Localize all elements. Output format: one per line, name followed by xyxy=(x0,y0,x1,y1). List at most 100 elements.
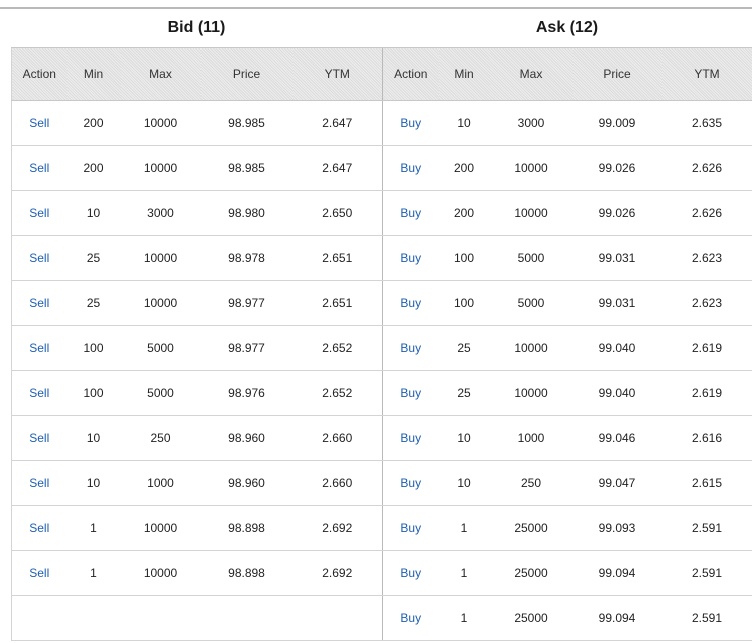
bid-action-cell: Sell xyxy=(11,235,67,281)
bid-ytm-cell: 2.651 xyxy=(292,235,383,281)
bid-table-row: Sell 10 250 98.960 2.660 xyxy=(11,415,383,461)
buy-link[interactable]: Buy xyxy=(400,116,421,130)
bid-header-row: Action Min Max Price YTM xyxy=(11,47,383,101)
bid-ytm-cell: 2.692 xyxy=(292,505,383,551)
ask-min-cell: 1 xyxy=(438,550,490,596)
bid-min-cell: 200 xyxy=(66,145,121,191)
ask-ytm-cell: 2.616 xyxy=(661,415,752,461)
ask-price-cell: 99.031 xyxy=(572,235,662,281)
ask-table-row: Buy 100 5000 99.031 2.623 xyxy=(382,235,752,281)
bid-min-cell: 100 xyxy=(66,325,121,371)
bid-panel: Bid (11) Action Min Max Price YTM Sell 20… xyxy=(11,9,383,641)
ask-table-row: Buy 1 25000 99.094 2.591 xyxy=(382,595,752,641)
sell-link[interactable]: Sell xyxy=(29,206,49,220)
ask-price-cell: 99.040 xyxy=(572,370,662,416)
ask-max-cell: 10000 xyxy=(489,325,573,371)
bid-price-cell: 98.960 xyxy=(200,415,293,461)
sell-link[interactable]: Sell xyxy=(29,521,49,535)
ask-table-row: Buy 10 1000 99.046 2.616 xyxy=(382,415,752,461)
bid-max-cell: 10000 xyxy=(120,235,201,281)
bid-ytm-cell: 2.692 xyxy=(292,550,383,596)
bid-price-cell: 98.980 xyxy=(200,190,293,236)
bid-ytm-cell: 2.647 xyxy=(292,145,383,191)
buy-link[interactable]: Buy xyxy=(400,251,421,265)
bid-table-row: Sell 100 5000 98.977 2.652 xyxy=(11,325,383,371)
ask-col-price: Price xyxy=(572,47,662,101)
sell-link[interactable]: Sell xyxy=(29,341,49,355)
buy-link[interactable]: Buy xyxy=(400,566,421,580)
buy-link[interactable]: Buy xyxy=(400,611,421,625)
sell-link[interactable]: Sell xyxy=(29,296,49,310)
bid-action-cell: Sell xyxy=(11,280,67,326)
bid-empty-cell xyxy=(120,595,201,641)
ask-price-cell: 99.009 xyxy=(572,100,662,146)
ask-max-cell: 25000 xyxy=(489,550,573,596)
bid-max-cell: 10000 xyxy=(120,550,201,596)
ask-min-cell: 1 xyxy=(438,595,490,641)
bid-table-row: Sell 200 10000 98.985 2.647 xyxy=(11,100,383,146)
bid-table-row: Sell 10 1000 98.960 2.660 xyxy=(11,460,383,506)
ask-action-cell: Buy xyxy=(382,415,439,461)
ask-max-cell: 5000 xyxy=(489,280,573,326)
bid-table-row: Sell 10 3000 98.980 2.650 xyxy=(11,190,383,236)
buy-link[interactable]: Buy xyxy=(400,476,421,490)
ask-table: Action Min Max Price YTM Buy 10 3000 99.009… xyxy=(382,47,752,641)
ask-action-cell: Buy xyxy=(382,505,439,551)
ask-price-cell: 99.031 xyxy=(572,280,662,326)
sell-link[interactable]: Sell xyxy=(29,386,49,400)
bid-max-cell: 10000 xyxy=(120,100,201,146)
ask-action-cell: Buy xyxy=(382,100,439,146)
buy-link[interactable]: Buy xyxy=(400,161,421,175)
bid-empty-cell xyxy=(66,595,121,641)
ask-max-cell: 3000 xyxy=(489,100,573,146)
bid-action-cell: Sell xyxy=(11,370,67,416)
sell-link[interactable]: Sell xyxy=(29,431,49,445)
bid-action-cell: Sell xyxy=(11,505,67,551)
sell-link[interactable]: Sell xyxy=(29,476,49,490)
bid-max-cell: 10000 xyxy=(120,505,201,551)
ask-min-cell: 25 xyxy=(438,325,490,371)
ask-ytm-cell: 2.591 xyxy=(661,595,752,641)
buy-link[interactable]: Buy xyxy=(400,521,421,535)
bid-ytm-cell: 2.652 xyxy=(292,325,383,371)
buy-link[interactable]: Buy xyxy=(400,386,421,400)
bid-price-cell: 98.977 xyxy=(200,280,293,326)
bid-empty-row xyxy=(11,595,383,641)
buy-link[interactable]: Buy xyxy=(400,431,421,445)
bid-ytm-cell: 2.660 xyxy=(292,415,383,461)
ask-table-row: Buy 200 10000 99.026 2.626 xyxy=(382,190,752,236)
ask-ytm-cell: 2.619 xyxy=(661,325,752,371)
bid-min-cell: 25 xyxy=(66,235,121,281)
sell-link[interactable]: Sell xyxy=(29,116,49,130)
sell-link[interactable]: Sell xyxy=(29,161,49,175)
ask-max-cell: 5000 xyxy=(489,235,573,281)
ask-ytm-cell: 2.591 xyxy=(661,505,752,551)
ask-price-cell: 99.094 xyxy=(572,550,662,596)
bid-empty-cell xyxy=(11,595,67,641)
ask-min-cell: 200 xyxy=(438,190,490,236)
buy-link[interactable]: Buy xyxy=(400,296,421,310)
sell-link[interactable]: Sell xyxy=(29,566,49,580)
bid-min-cell: 10 xyxy=(66,460,121,506)
ask-min-cell: 100 xyxy=(438,280,490,326)
buy-link[interactable]: Buy xyxy=(400,341,421,355)
bid-max-cell: 5000 xyxy=(120,370,201,416)
bid-action-cell: Sell xyxy=(11,100,67,146)
ask-min-cell: 10 xyxy=(438,460,490,506)
sell-link[interactable]: Sell xyxy=(29,251,49,265)
ask-table-row: Buy 100 5000 99.031 2.623 xyxy=(382,280,752,326)
ask-action-cell: Buy xyxy=(382,370,439,416)
bid-col-max: Max xyxy=(120,47,201,101)
bid-min-cell: 10 xyxy=(66,415,121,461)
bid-action-cell: Sell xyxy=(11,325,67,371)
buy-link[interactable]: Buy xyxy=(400,206,421,220)
ask-table-row: Buy 25 10000 99.040 2.619 xyxy=(382,370,752,416)
ask-action-cell: Buy xyxy=(382,550,439,596)
bid-ytm-cell: 2.651 xyxy=(292,280,383,326)
bid-price-cell: 98.985 xyxy=(200,100,293,146)
bid-action-cell: Sell xyxy=(11,415,67,461)
ask-price-cell: 99.094 xyxy=(572,595,662,641)
ask-action-cell: Buy xyxy=(382,145,439,191)
bid-ytm-cell: 2.660 xyxy=(292,460,383,506)
bid-empty-cell xyxy=(200,595,293,641)
